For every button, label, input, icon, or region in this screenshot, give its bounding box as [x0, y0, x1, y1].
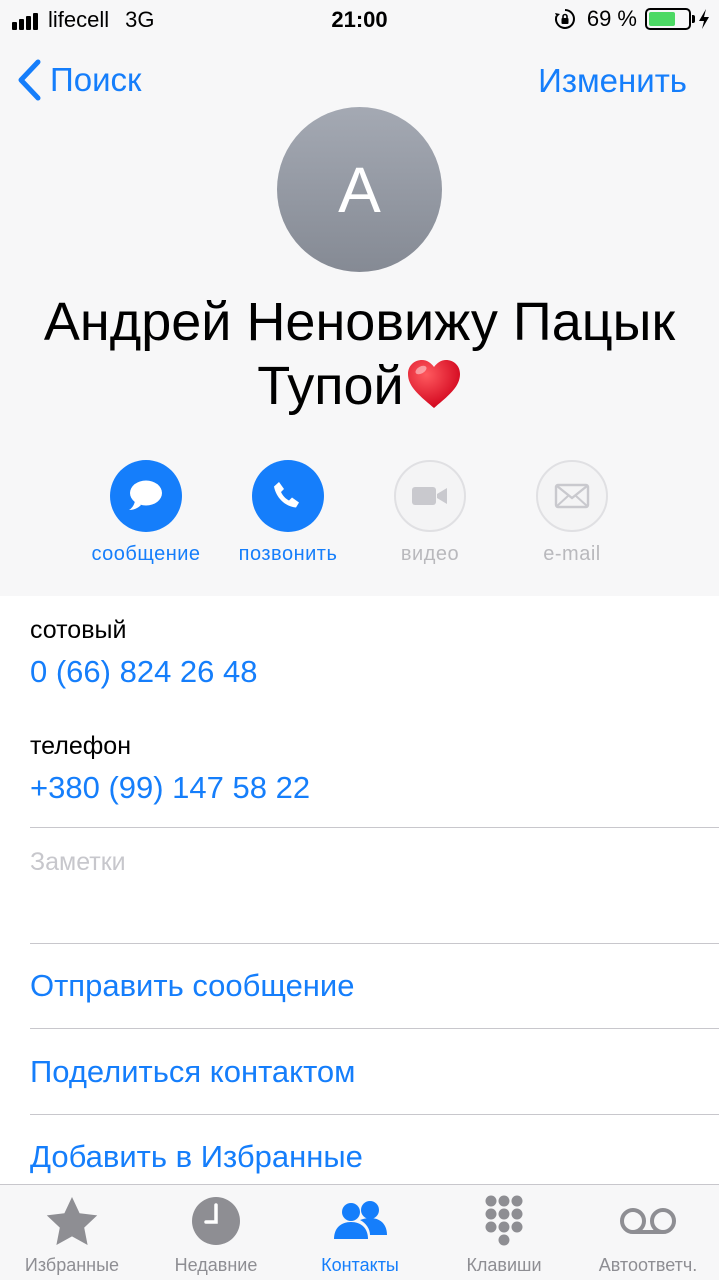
clock-icon: [192, 1197, 240, 1245]
video-action-label: видео: [400, 543, 460, 565]
message-action-circle: [110, 460, 182, 532]
message-action-button[interactable]: сообщение: [66, 460, 226, 566]
tab-label-voicemail: Автоответч.: [598, 1255, 698, 1275]
message-bubble-icon: [129, 480, 162, 510]
voicemail-icon: [620, 1208, 676, 1234]
share-contact-link[interactable]: Поделиться контактом: [30, 1054, 355, 1090]
charging-bolt-icon: [699, 9, 709, 29]
tab-recents[interactable]: Недавние: [144, 1185, 288, 1280]
back-button-label: Поиск: [50, 61, 142, 98]
send-message-link[interactable]: Отправить сообщение: [30, 968, 355, 1004]
tab-keypad[interactable]: Клавиши: [432, 1185, 576, 1280]
notes-field[interactable]: Заметки: [30, 848, 126, 877]
battery-percent: 69 %: [586, 6, 637, 31]
call-action-circle: [252, 460, 324, 532]
email-action-button[interactable]: e-mail: [492, 460, 652, 566]
avatar: А: [277, 107, 442, 272]
contact-header: lifecell 3G 21:00 69 % Поиск Изменить А …: [0, 0, 719, 596]
call-action-label: позвонить: [238, 543, 338, 565]
status-bar: lifecell 3G 21:00 69 %: [0, 0, 719, 40]
tab-contacts[interactable]: Контакты: [288, 1185, 432, 1280]
tab-label-keypad: Клавиши: [466, 1255, 542, 1275]
phone-label-mobile: сотовый: [30, 616, 127, 644]
tab-label-favorites: Избранные: [24, 1255, 120, 1275]
contact-card-screen: lifecell 3G 21:00 69 % Поиск Изменить А …: [0, 0, 719, 1280]
tab-label-recents: Недавние: [174, 1255, 258, 1275]
phone-number-mobile[interactable]: 0 (66) 824 26 48: [30, 654, 258, 690]
email-action-circle: [536, 460, 608, 532]
avatar-initial: А: [338, 153, 381, 226]
status-right: 69 %: [553, 6, 711, 32]
heart-emoji-icon: [407, 360, 460, 408]
phone-number-phone[interactable]: +380 (99) 147 58 22: [30, 770, 310, 806]
tab-bar: Избранные Недавние Контакты Клавиши Авто…: [0, 1184, 719, 1280]
battery-icon: [645, 8, 695, 30]
phone-label-phone: телефон: [30, 732, 132, 760]
divider: [30, 827, 719, 828]
keypad-icon: [485, 1195, 523, 1246]
phone-icon: [274, 482, 299, 508]
call-action-button[interactable]: позвонить: [208, 460, 368, 566]
tab-label-contacts: Контакты: [321, 1255, 399, 1275]
contact-name-line2-wrap: Тупой: [0, 354, 719, 418]
tab-favorites[interactable]: Избранные: [0, 1185, 144, 1280]
video-action-circle: [394, 460, 466, 532]
video-action-button[interactable]: видео: [350, 460, 510, 566]
email-action-label: e-mail: [543, 543, 601, 565]
contacts-icon: [334, 1201, 387, 1239]
divider: [30, 1114, 719, 1115]
contact-name-line2: Тупой: [257, 356, 404, 416]
envelope-icon: [554, 483, 590, 509]
divider: [30, 1028, 719, 1029]
edit-button[interactable]: Изменить: [538, 62, 687, 100]
divider: [30, 943, 719, 944]
video-camera-icon: [412, 487, 447, 505]
star-icon: [46, 1197, 98, 1245]
back-button[interactable]: Поиск: [16, 58, 141, 102]
tab-voicemail[interactable]: Автоответч.: [576, 1185, 719, 1280]
rotation-lock-icon: [554, 9, 575, 29]
add-to-favorites-link[interactable]: Добавить в Избранные: [30, 1139, 363, 1175]
contact-name: Андрей Неновижу Пацык Тупой: [0, 290, 719, 418]
chevron-left-icon: [18, 59, 41, 101]
contact-name-line1: Андрей Неновижу Пацык: [43, 292, 676, 352]
message-action-label: сообщение: [91, 543, 201, 565]
